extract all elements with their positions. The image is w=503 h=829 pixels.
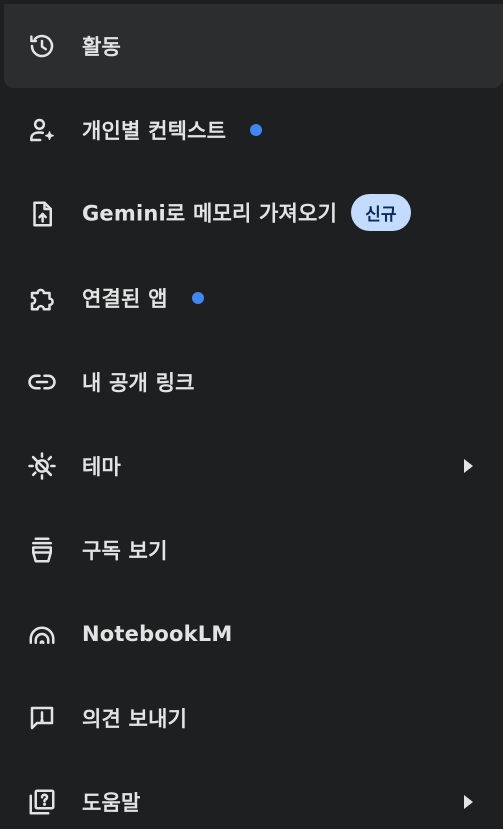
puzzle-piece-icon (26, 282, 58, 314)
menu-item-label: 테마 (82, 455, 122, 479)
settings-menu: 활동 개인별 컨텍스트 Gemini로 메모리 가져오기 신규 연결된 앱 내 … (0, 0, 503, 829)
menu-item-label: 연결된 앱 (82, 283, 204, 313)
menu-item-label: NotebookLM (82, 622, 233, 646)
menu-item-help[interactable]: 도움말 (0, 760, 503, 829)
menu-item-label: 의견 보내기 (82, 707, 188, 731)
theme-sun-icon (26, 450, 58, 482)
link-icon (26, 366, 58, 398)
menu-item-notebooklm[interactable]: NotebookLM (0, 592, 503, 676)
chevron-right-icon (464, 795, 473, 809)
menu-item-label: 구독 보기 (82, 539, 168, 563)
menu-item-connected-apps[interactable]: 연결된 앱 (0, 256, 503, 340)
menu-item-label: 내 공개 링크 (82, 371, 195, 395)
menu-item-label: 활동 (82, 35, 122, 59)
history-icon (26, 30, 58, 62)
menu-item-theme[interactable]: 테마 (0, 424, 503, 508)
menu-item-activity[interactable]: 활동 (4, 4, 503, 88)
menu-item-label: Gemini로 메모리 가져오기 신규 (82, 193, 411, 233)
file-upload-icon (26, 198, 58, 230)
new-indicator-dot (191, 292, 204, 304)
new-indicator-dot (250, 124, 263, 136)
new-badge: 신규 (351, 193, 411, 231)
menu-item-import-memory[interactable]: Gemini로 메모리 가져오기 신규 (0, 172, 503, 256)
notebooklm-icon (26, 618, 58, 650)
subscription-icon (26, 534, 58, 566)
menu-item-subscriptions[interactable]: 구독 보기 (0, 508, 503, 592)
help-icon (26, 786, 58, 818)
person-sparkle-icon (26, 114, 58, 146)
menu-item-public-links[interactable]: 내 공개 링크 (0, 340, 503, 424)
chevron-right-icon (464, 459, 473, 473)
menu-item-personal-context[interactable]: 개인별 컨텍스트 (0, 88, 503, 172)
menu-item-feedback[interactable]: 의견 보내기 (0, 676, 503, 760)
menu-item-label: 도움말 (82, 791, 141, 815)
feedback-icon (26, 702, 58, 734)
menu-item-label: 개인별 컨텍스트 (82, 115, 263, 145)
